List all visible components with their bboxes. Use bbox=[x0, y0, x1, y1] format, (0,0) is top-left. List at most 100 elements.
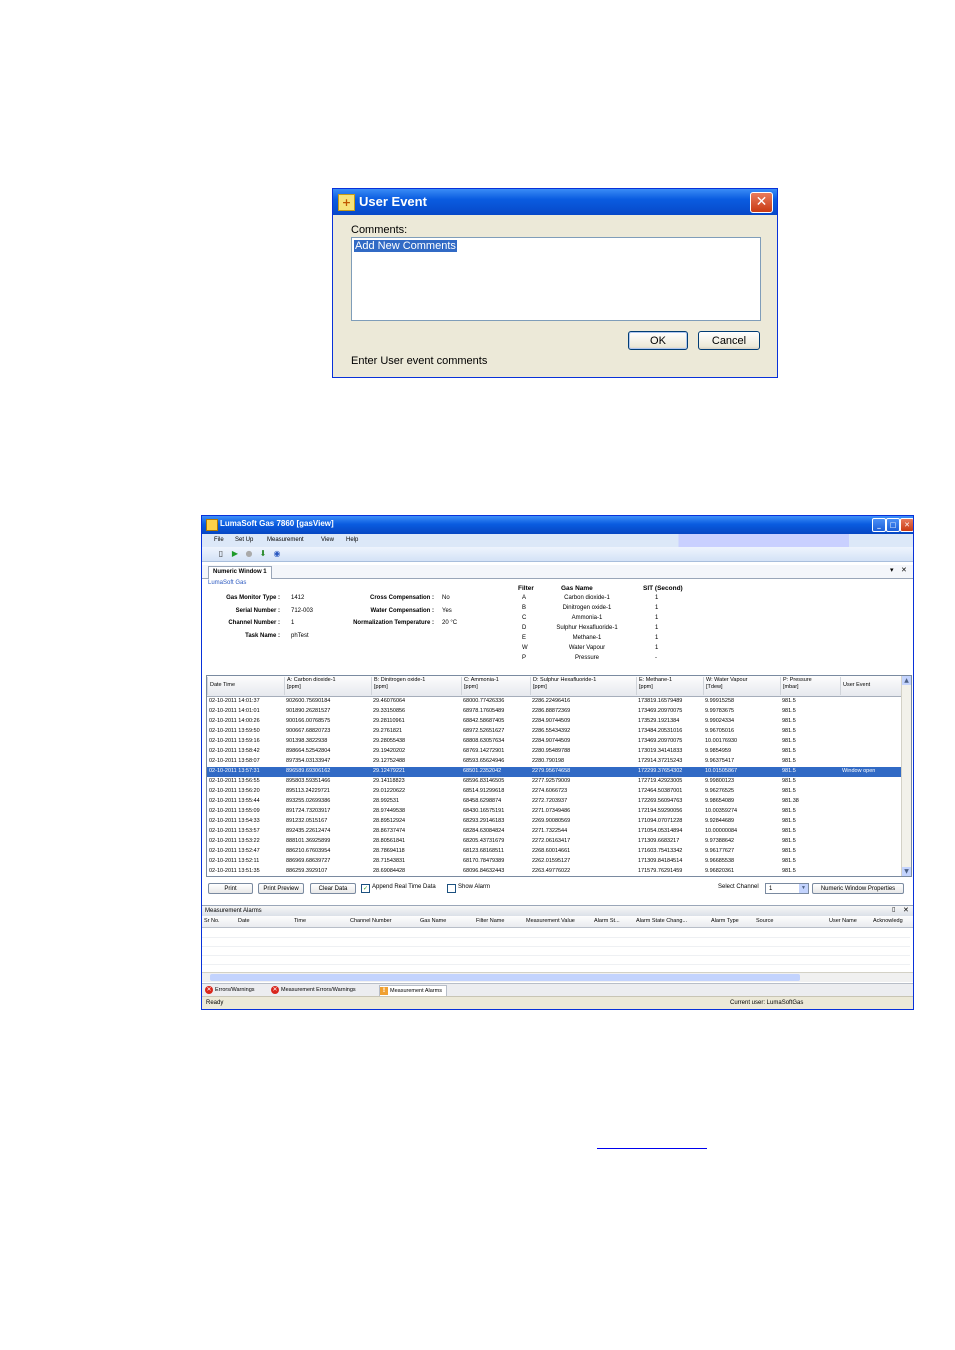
window-titlebar[interactable]: LumaSoft Gas 7860 [gasView] _ □ ✕ bbox=[202, 516, 913, 534]
grid-column-header[interactable]: P: Pressure [mbar] bbox=[780, 677, 812, 695]
table-row[interactable]: 02-10-2011 13:56:55 895803.59351466 29.141… bbox=[207, 777, 903, 787]
table-row[interactable]: 02-10-2011 13:51:35 886259.3929107 28.6908… bbox=[207, 867, 903, 876]
new-icon[interactable]: ▯ bbox=[216, 549, 226, 559]
measurement-grid[interactable]: Date Time A: Carbon dioxide-1 [ppm] B: Dini… bbox=[206, 675, 912, 877]
scroll-thumb[interactable] bbox=[210, 974, 800, 981]
table-row[interactable]: 02-10-2011 13:58:07 897354.03133947 29.127… bbox=[207, 757, 903, 767]
table-row[interactable]: 02-10-2011 13:53:57 892435.22612474 28.867… bbox=[207, 827, 903, 837]
alarm-column-header[interactable]: Acknowledg bbox=[873, 918, 903, 924]
menu-help[interactable]: Help bbox=[346, 537, 358, 543]
grid-column-header[interactable]: C: Ammonia-1 [ppm] bbox=[461, 677, 499, 695]
append-realtime-checkbox[interactable]: ✓ bbox=[361, 884, 370, 893]
record-icon[interactable]: ⬇ bbox=[258, 549, 268, 559]
ok-button[interactable]: OK bbox=[628, 331, 688, 350]
grid-column-header[interactable]: User Event bbox=[840, 677, 870, 695]
print-button[interactable]: Print bbox=[208, 883, 253, 894]
numeric-window-properties-button[interactable]: Numeric Window Properties bbox=[812, 883, 904, 894]
stop-icon[interactable]: ● bbox=[244, 549, 254, 559]
filter-gas-name: Water Vapour bbox=[568, 645, 606, 651]
table-cell: 02-10-2011 13:57:31 bbox=[209, 768, 260, 774]
show-alarm-checkbox[interactable] bbox=[447, 884, 456, 893]
clear-data-button[interactable]: Clear Data bbox=[310, 883, 356, 894]
alarm-column-header[interactable]: Alarm State Chang... bbox=[636, 918, 687, 924]
table-cell: 68978.17605489 bbox=[463, 708, 505, 714]
alarm-column-header[interactable]: User Name bbox=[829, 918, 857, 924]
play-icon[interactable]: ▶ bbox=[230, 549, 240, 559]
table-row[interactable]: 02-10-2011 13:58:42 898664.52542804 29.194… bbox=[207, 747, 903, 757]
print-preview-button[interactable]: Print Preview bbox=[258, 883, 304, 894]
table-row[interactable]: 02-10-2011 13:56:20 895113.24229721 29.012… bbox=[207, 787, 903, 797]
alarm-column-header[interactable]: Channel Number bbox=[350, 918, 392, 924]
pin-icon[interactable]: ▯ bbox=[892, 906, 895, 913]
table-cell: 68000.77426336 bbox=[463, 698, 505, 704]
normalization-temperature-label: Normalization Temperature : bbox=[353, 620, 434, 626]
alarm-column-header[interactable]: Alarm St... bbox=[594, 918, 620, 924]
cancel-button[interactable]: Cancel bbox=[698, 331, 760, 350]
grid-vertical-scrollbar[interactable]: ▲ ▼ bbox=[901, 676, 911, 876]
scroll-down-icon[interactable]: ▼ bbox=[902, 867, 911, 876]
table-cell: 172269.56094763 bbox=[638, 798, 683, 804]
table-row[interactable]: 02-10-2011 13:55:09 891724.73203917 28.974… bbox=[207, 807, 903, 817]
table-cell: 2277.92579009 bbox=[532, 778, 571, 784]
table-row[interactable]: 02-10-2011 13:52:11 886969.68639727 28.715… bbox=[207, 857, 903, 867]
filter-letter: W bbox=[522, 645, 528, 651]
table-row[interactable]: 02-10-2011 13:57:31 896589.69306162 29.124… bbox=[207, 767, 903, 777]
alarm-column-header[interactable]: Measurement Value bbox=[526, 918, 575, 924]
comments-textarea[interactable]: Add New Comments bbox=[351, 237, 761, 321]
scroll-up-icon[interactable]: ▲ bbox=[902, 676, 911, 685]
tab-errors-warnings[interactable]: ✕ Errors/Warnings bbox=[205, 985, 255, 995]
grid-column-header[interactable]: Date Time bbox=[207, 677, 235, 695]
table-cell: 2271.07349486 bbox=[532, 808, 571, 814]
alarm-column-header[interactable]: Time bbox=[294, 918, 306, 924]
alarms-close-icon[interactable]: ✕ bbox=[903, 906, 909, 914]
filter-letter: D bbox=[522, 625, 527, 631]
table-row[interactable]: 02-10-2011 13:52:47 886210.67603954 28.786… bbox=[207, 847, 903, 857]
table-cell: 171054.05314894 bbox=[638, 828, 683, 834]
alarm-column-header[interactable]: Source bbox=[756, 918, 773, 924]
table-row[interactable]: 02-10-2011 13:53:22 888101.36925899 28.805… bbox=[207, 837, 903, 847]
tab-dropdown-icon[interactable]: ▾ bbox=[890, 566, 894, 574]
status-ready: Ready bbox=[206, 1000, 224, 1006]
menu-view[interactable]: View bbox=[321, 537, 334, 543]
table-row[interactable]: 02-10-2011 14:00:26 900166.00768575 29.281… bbox=[207, 717, 903, 727]
connect-icon[interactable]: ◉ bbox=[272, 549, 282, 559]
alarm-column-header[interactable]: Filter Name bbox=[476, 918, 504, 924]
alarm-column-header[interactable]: Alarm Type bbox=[711, 918, 739, 924]
grid-column-header[interactable]: D: Sulphur Hexafluoride-1 [ppm] bbox=[530, 677, 596, 695]
grid-column-header[interactable]: E: Methane-1 [ppm] bbox=[636, 677, 672, 695]
grid-column-header[interactable]: W: Water Vapour [Tdew] bbox=[703, 677, 747, 695]
window-close-button[interactable]: ✕ bbox=[900, 518, 913, 532]
maximize-button[interactable]: □ bbox=[886, 518, 900, 532]
comments-value[interactable]: Add New Comments bbox=[354, 240, 457, 252]
alarm-column-header[interactable]: Gas Name bbox=[420, 918, 446, 924]
menu-setup[interactable]: Set Up bbox=[235, 537, 253, 543]
menu-file[interactable]: File bbox=[214, 537, 224, 543]
alarm-column-header[interactable]: Date bbox=[238, 918, 250, 924]
tab-numeric-window-1[interactable]: Numeric Window 1 bbox=[208, 566, 272, 579]
minimize-button[interactable]: _ bbox=[872, 518, 886, 532]
filter-gas-name: Carbon dioxide-1 bbox=[564, 595, 610, 601]
table-cell: 173469.20970075 bbox=[638, 708, 683, 714]
dialog-titlebar[interactable]: + User Event ✕ bbox=[333, 189, 777, 215]
channel-select[interactable]: 1 ▼ bbox=[765, 883, 809, 894]
alarms-horizontal-scrollbar[interactable] bbox=[202, 972, 913, 982]
alarms-header: Sr No. Date Time Channel Number Gas Name Filt… bbox=[202, 916, 913, 928]
alarm-column-header[interactable]: Sr No. bbox=[204, 918, 220, 924]
grid-column-header[interactable]: B: Dinitrogen oxide-1 [ppm] bbox=[371, 677, 425, 695]
tab-measurement-errors[interactable]: ✕ Measurement Errors/Warnings bbox=[271, 985, 356, 995]
table-cell: 68096.84632443 bbox=[463, 868, 505, 874]
table-cell: 2284.90744509 bbox=[532, 718, 571, 724]
tab-close-icon[interactable]: ✕ bbox=[901, 566, 907, 574]
table-row[interactable]: 02-10-2011 13:54:33 891232.0515167 28.8951… bbox=[207, 817, 903, 827]
table-row[interactable]: 02-10-2011 13:55:44 893255.02699386 28.992… bbox=[207, 797, 903, 807]
chevron-down-icon[interactable]: ▼ bbox=[799, 884, 808, 893]
page-link-underline[interactable] bbox=[597, 1148, 707, 1149]
table-row[interactable]: 02-10-2011 14:01:01 901890.26281527 29.331… bbox=[207, 707, 903, 717]
table-row[interactable]: 02-10-2011 14:01:37 902600.75690184 29.460… bbox=[207, 697, 903, 707]
table-row[interactable]: 02-10-2011 13:59:16 901398.3822938 29.2805… bbox=[207, 737, 903, 747]
table-row[interactable]: 02-10-2011 13:59:50 900667.68820723 29.276… bbox=[207, 727, 903, 737]
dialog-close-button[interactable]: ✕ bbox=[750, 192, 773, 213]
menu-measurement[interactable]: Measurement bbox=[267, 537, 304, 543]
filter-gas-name: Dinitrogen oxide-1 bbox=[562, 605, 612, 611]
grid-column-header[interactable]: A: Carbon dioxide-1 [ppm] bbox=[284, 677, 336, 695]
